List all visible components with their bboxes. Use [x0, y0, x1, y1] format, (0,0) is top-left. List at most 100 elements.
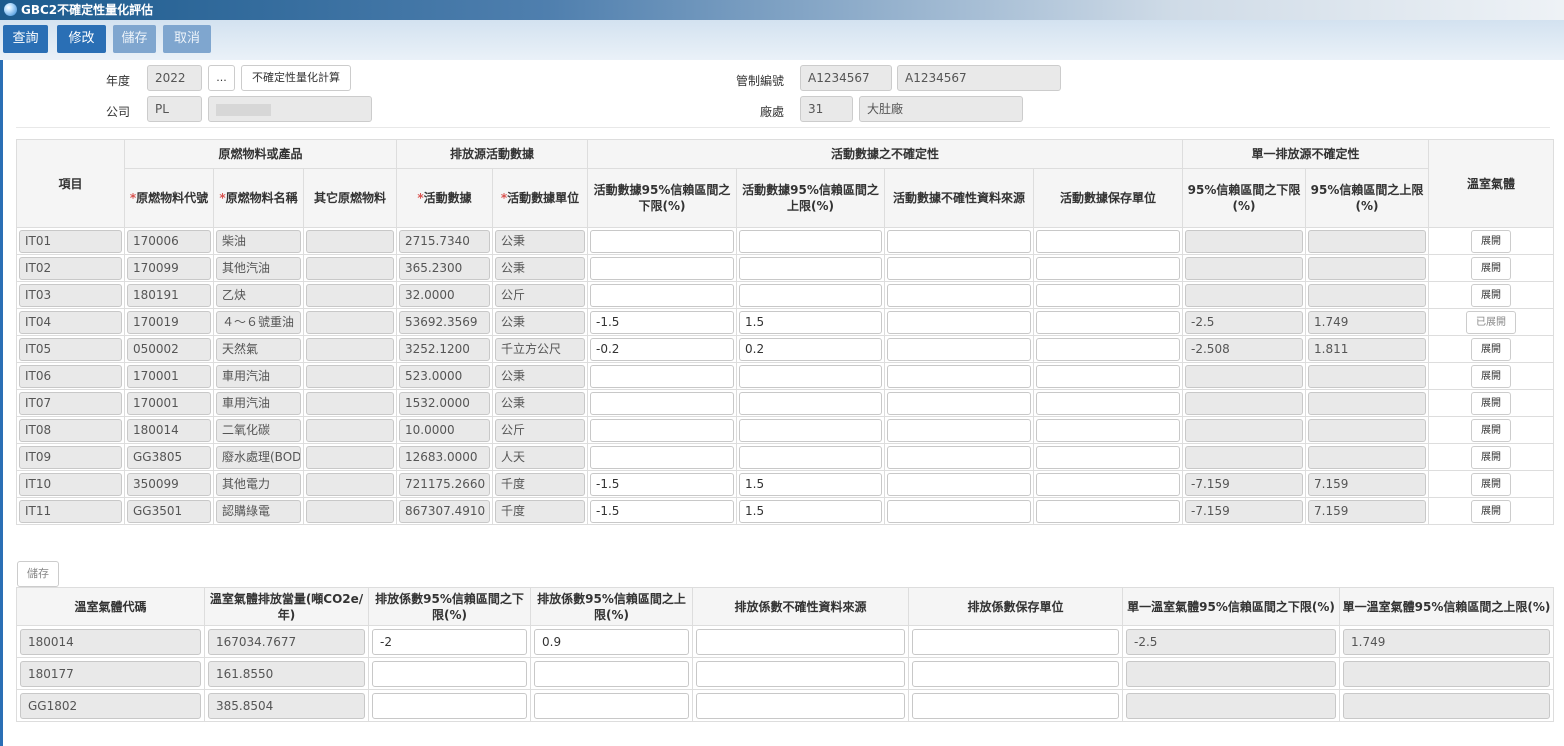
- factor-source-input[interactable]: [696, 692, 905, 719]
- plant-code-field[interactable]: 31: [800, 96, 853, 122]
- cancel-button[interactable]: 取消: [163, 25, 211, 53]
- expand-button[interactable]: 展開: [1471, 418, 1512, 442]
- keeper-input[interactable]: [1036, 256, 1181, 280]
- factor-upper-input[interactable]: 0.9: [534, 628, 689, 655]
- keeper-input[interactable]: [1036, 364, 1181, 388]
- activity-upper-input[interactable]: [739, 229, 883, 253]
- activity-lower-input[interactable]: [590, 418, 735, 442]
- activity-lower-input[interactable]: -0.2: [590, 337, 735, 361]
- expand-button[interactable]: 展開: [1471, 499, 1512, 523]
- factor-upper-input[interactable]: [534, 660, 689, 687]
- save-button[interactable]: 儲存: [113, 25, 156, 53]
- activity-lower-input[interactable]: -1.5: [590, 472, 735, 496]
- data-source-input[interactable]: [887, 337, 1032, 361]
- activity-upper-input[interactable]: 1.5: [739, 310, 883, 334]
- factor-lower-input[interactable]: [372, 692, 527, 719]
- keeper-input[interactable]: [1036, 391, 1181, 415]
- control-no-field-2[interactable]: A1234567: [897, 65, 1061, 91]
- expand-button[interactable]: 展開: [1471, 256, 1512, 280]
- data-source-input[interactable]: [887, 445, 1032, 469]
- table-cell: [587, 416, 738, 444]
- other-material-cell: [306, 472, 394, 496]
- factor-source-input[interactable]: [696, 660, 905, 687]
- data-source-input[interactable]: [887, 256, 1032, 280]
- data-source-input[interactable]: [887, 364, 1032, 388]
- activity-lower-input[interactable]: [590, 283, 735, 307]
- expand-button[interactable]: 展開: [1471, 364, 1512, 388]
- factor-keeper-input[interactable]: [912, 628, 1119, 655]
- activity-upper-input[interactable]: [739, 445, 883, 469]
- data-source-input[interactable]: [887, 283, 1032, 307]
- activity-lower-input[interactable]: [590, 391, 735, 415]
- activity-data-cell: 10.0000: [399, 418, 490, 442]
- plant-name-field[interactable]: 大肚廠: [859, 96, 1023, 122]
- factor-lower-input[interactable]: [372, 660, 527, 687]
- table-cell: [303, 470, 397, 498]
- expand-button[interactable]: 展開: [1471, 472, 1512, 496]
- activity-upper-input[interactable]: 1.5: [739, 499, 883, 523]
- activity-data-cell: 32.0000: [399, 283, 490, 307]
- source-upper-cell: 1.749: [1308, 310, 1427, 334]
- ghg-lower-cell: [1126, 692, 1336, 719]
- company-code-field[interactable]: PL: [147, 96, 202, 122]
- table-cell: [692, 657, 909, 690]
- activity-upper-input[interactable]: [739, 391, 883, 415]
- data-source-input[interactable]: [887, 229, 1032, 253]
- factor-upper-input[interactable]: [534, 692, 689, 719]
- activity-lower-input[interactable]: -1.5: [590, 310, 735, 334]
- material-name-cell: 認購綠電: [216, 499, 301, 523]
- edit-button[interactable]: 修改: [57, 25, 106, 53]
- table-cell: IT01: [16, 227, 125, 255]
- activity-upper-input[interactable]: [739, 418, 883, 442]
- keeper-input[interactable]: [1036, 445, 1181, 469]
- keeper-input[interactable]: [1036, 337, 1181, 361]
- material-code-cell: 350099: [127, 472, 211, 496]
- activity-upper-input[interactable]: 0.2: [739, 337, 883, 361]
- keeper-input[interactable]: [1036, 229, 1181, 253]
- data-source-input[interactable]: [887, 418, 1032, 442]
- material-name-cell: 乙炔: [216, 283, 301, 307]
- table-cell: [1122, 657, 1340, 690]
- factor-keeper-input[interactable]: [912, 660, 1119, 687]
- keeper-input[interactable]: [1036, 472, 1181, 496]
- data-source-input[interactable]: [887, 499, 1032, 523]
- plant-label: 廠處: [759, 105, 784, 119]
- save-ghg-button[interactable]: 儲存: [17, 561, 59, 587]
- table-cell: GG1802: [16, 689, 205, 722]
- factor-lower-input[interactable]: -2: [372, 628, 527, 655]
- expand-button[interactable]: 展開: [1471, 445, 1512, 469]
- expand-button[interactable]: 展開: [1471, 337, 1512, 361]
- data-source-input[interactable]: [887, 391, 1032, 415]
- expand-button[interactable]: 展開: [1471, 229, 1512, 253]
- query-button[interactable]: 查詢: [3, 25, 48, 53]
- activity-upper-input[interactable]: [739, 256, 883, 280]
- data-source-input[interactable]: [887, 310, 1032, 334]
- table-cell: 1.5: [736, 308, 886, 336]
- keeper-input[interactable]: [1036, 283, 1181, 307]
- activity-lower-input[interactable]: -1.5: [590, 499, 735, 523]
- expand-button[interactable]: 展開: [1471, 391, 1512, 415]
- activity-lower-input[interactable]: [590, 364, 735, 388]
- activity-upper-input[interactable]: [739, 283, 883, 307]
- activity-lower-input[interactable]: [590, 229, 735, 253]
- keeper-input[interactable]: [1036, 310, 1181, 334]
- control-no-field-1[interactable]: A1234567: [800, 65, 892, 91]
- expand-button[interactable]: 已展開: [1466, 310, 1517, 334]
- uncertainty-calc-button[interactable]: 不確定性量化計算: [241, 65, 351, 91]
- activity-upper-input[interactable]: 1.5: [739, 472, 883, 496]
- table-cell: [1033, 497, 1184, 525]
- activity-lower-input[interactable]: [590, 445, 735, 469]
- activity-upper-input[interactable]: [739, 364, 883, 388]
- company-name-field[interactable]: [208, 96, 372, 122]
- year-field[interactable]: 2022: [147, 65, 202, 91]
- factor-keeper-input[interactable]: [912, 692, 1119, 719]
- activity-lower-input[interactable]: [590, 256, 735, 280]
- keeper-input[interactable]: [1036, 418, 1181, 442]
- activity-data-cell: 721175.2660: [399, 472, 490, 496]
- year-lookup-button[interactable]: ...: [208, 65, 235, 91]
- keeper-input[interactable]: [1036, 499, 1181, 523]
- expand-button[interactable]: 展開: [1471, 283, 1512, 307]
- table-cell: 170001: [124, 362, 214, 390]
- data-source-input[interactable]: [887, 472, 1032, 496]
- factor-source-input[interactable]: [696, 628, 905, 655]
